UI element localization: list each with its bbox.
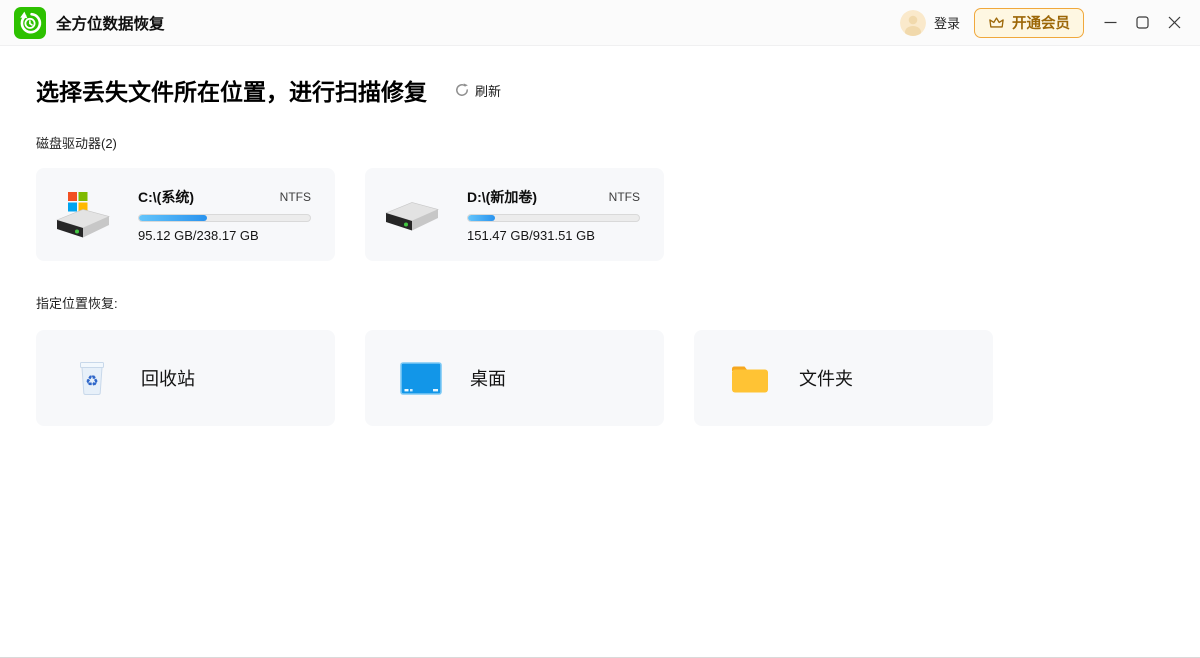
close-button[interactable] — [1158, 7, 1190, 39]
main-content: 选择丢失文件所在位置，进行扫描修复 刷新 磁盘驱动器(2) — [0, 73, 1200, 426]
drives-row: C:\(系统) NTFS 95.12 GB/238.17 GB — [36, 168, 1164, 261]
app-title: 全方位数据恢复 — [56, 12, 165, 34]
drive-filesystem: NTFS — [609, 190, 640, 204]
hard-drive-windows-icon — [54, 191, 112, 239]
drive-card-c[interactable]: C:\(系统) NTFS 95.12 GB/238.17 GB — [36, 168, 335, 261]
locations-section-label: 指定位置恢复: — [36, 293, 1164, 312]
folder-icon — [728, 362, 772, 395]
location-card-folder[interactable]: 文件夹 — [694, 330, 993, 426]
refresh-label: 刷新 — [475, 81, 501, 100]
crown-icon — [988, 15, 1005, 30]
drive-card-d[interactable]: D:\(新加卷) NTFS 151.47 GB/931.51 GB — [365, 168, 664, 261]
location-label: 文件夹 — [799, 365, 853, 391]
location-label: 回收站 — [141, 365, 195, 391]
location-card-desktop[interactable]: 桌面 — [365, 330, 664, 426]
drive-usage-bar — [138, 214, 311, 222]
avatar[interactable] — [900, 10, 926, 36]
recycle-bin-icon: ♻ — [70, 360, 114, 396]
desktop-icon — [399, 362, 443, 395]
drives-section-label: 磁盘驱动器(2) — [36, 133, 1164, 152]
drive-usage-text: 151.47 GB/931.51 GB — [467, 228, 640, 243]
drive-usage-bar — [467, 214, 640, 222]
locations-row: ♻ 回收站 桌面 — [36, 330, 1164, 426]
drive-name: D:\(新加卷) — [467, 187, 537, 207]
vip-button[interactable]: 开通会员 — [974, 8, 1084, 38]
login-link[interactable]: 登录 — [934, 13, 960, 32]
location-label: 桌面 — [470, 365, 506, 391]
drive-usage-bar-fill — [139, 215, 207, 221]
vip-button-label: 开通会员 — [1012, 12, 1070, 33]
window-controls — [1094, 7, 1190, 39]
refresh-button[interactable]: 刷新 — [455, 81, 501, 100]
titlebar: 全方位数据恢复 登录 开通会员 — [0, 0, 1200, 46]
page-title: 选择丢失文件所在位置，进行扫描修复 — [36, 73, 427, 107]
svg-text:♻: ♻ — [85, 372, 98, 390]
drive-filesystem: NTFS — [280, 190, 311, 204]
drive-name: C:\(系统) — [138, 187, 194, 207]
hard-drive-icon — [383, 198, 441, 232]
drive-usage-text: 95.12 GB/238.17 GB — [138, 228, 311, 243]
location-card-recycle-bin[interactable]: ♻ 回收站 — [36, 330, 335, 426]
minimize-button[interactable] — [1094, 7, 1126, 39]
refresh-icon — [455, 83, 469, 97]
drive-usage-bar-fill — [468, 215, 495, 221]
app-logo-icon — [14, 7, 46, 39]
maximize-button[interactable] — [1126, 7, 1158, 39]
windows-logo — [68, 192, 88, 212]
